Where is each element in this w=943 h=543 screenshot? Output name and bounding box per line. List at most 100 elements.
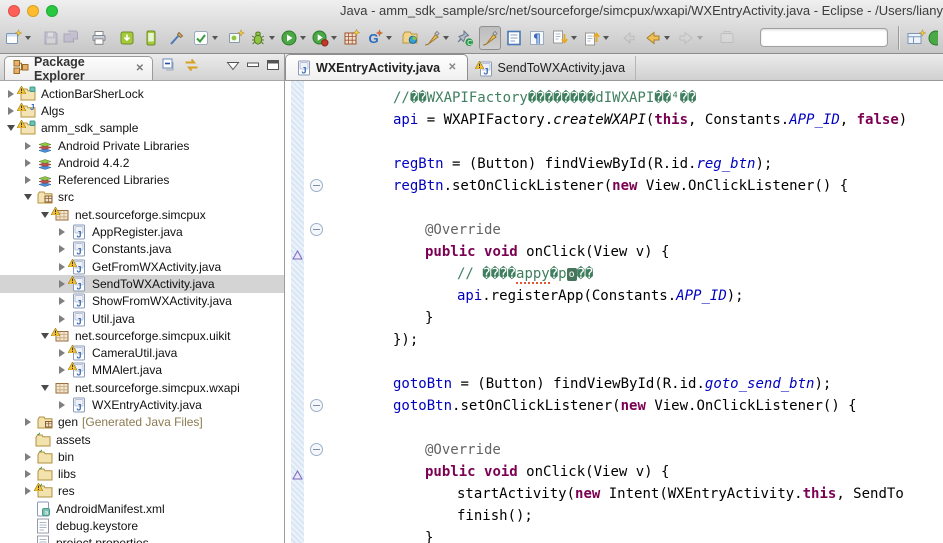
code-line[interactable]: @Override	[329, 439, 943, 461]
code-view[interactable]: //��WXAPIFactory��������dIWXAPI��⁴��api …	[329, 81, 943, 543]
code-line[interactable]	[329, 351, 943, 373]
chevron-right-icon[interactable]	[59, 401, 65, 409]
code-line[interactable]	[329, 131, 943, 153]
tree-item-gen[interactable]: gen [Generated Java Files]	[0, 414, 284, 431]
chevron-down-icon[interactable]	[41, 212, 49, 218]
code-line[interactable]	[329, 417, 943, 439]
tree-item-project-properties[interactable]: project.properties	[0, 535, 284, 543]
tree-item-androidmanifest-xml[interactable]: aAndroidManifest.xml	[0, 500, 284, 517]
coverage-button[interactable]	[310, 26, 339, 50]
back-button[interactable]	[643, 26, 672, 50]
code-line[interactable]: api.registerApp(Constants.APP_ID);	[329, 285, 943, 307]
tree-item-libs[interactable]: libs	[0, 466, 284, 483]
titlebar[interactable]: Java - amm_sdk_sample/src/net/sourceforg…	[0, 0, 943, 22]
show-source-button[interactable]	[504, 26, 524, 50]
minimize-window-button[interactable]	[27, 5, 39, 17]
editor-body[interactable]: //��WXAPIFactory��������dIWXAPI��⁴��api …	[285, 81, 943, 543]
code-line[interactable]: });	[329, 329, 943, 351]
package-explorer-tab[interactable]: Package Explorer ✕	[4, 56, 153, 80]
prev-annotation-button[interactable]	[582, 26, 611, 50]
tree-item-constants-java[interactable]: JConstants.java	[0, 241, 284, 258]
code-line[interactable]: }	[329, 307, 943, 329]
dropdown-arrow-icon[interactable]	[571, 36, 577, 40]
pin-c-button[interactable]: C	[455, 26, 475, 50]
chevron-down-icon[interactable]	[41, 333, 49, 339]
chevron-down-icon[interactable]	[41, 385, 49, 391]
collapse-all-icon[interactable]	[161, 57, 177, 78]
open-perspective-button[interactable]	[905, 26, 927, 50]
close-icon[interactable]: ✕	[136, 63, 144, 74]
import-button[interactable]	[400, 26, 420, 50]
dropdown-arrow-icon[interactable]	[212, 36, 218, 40]
tree-item-net-sourceforge-simcpux[interactable]: net.sourceforge.simcpux	[0, 206, 284, 223]
tree-item-wxentryactivity-java[interactable]: JWXEntryActivity.java	[0, 396, 284, 413]
code-line[interactable]: // ����appy�po��	[329, 263, 943, 285]
chevron-down-icon[interactable]	[24, 194, 32, 200]
editor-tab-sendtowxactivity-java[interactable]: JSendToWXActivity.java	[468, 56, 637, 80]
dropdown-arrow-icon[interactable]	[25, 36, 31, 40]
code-line[interactable]: @Override	[329, 219, 943, 241]
tree-item-src[interactable]: src	[0, 189, 284, 206]
code-line[interactable]: gotoBtn = (Button) findViewById(R.id.got…	[329, 373, 943, 395]
chevron-right-icon[interactable]	[25, 487, 31, 495]
folding-ruler[interactable]	[304, 81, 328, 543]
code-line[interactable]: regBtn.setOnClickListener(new View.OnCli…	[329, 175, 943, 197]
code-line[interactable]: startActivity(new Intent(WXEntryActivity…	[329, 483, 943, 505]
chevron-right-icon[interactable]	[59, 263, 65, 271]
code-line[interactable]: finish();	[329, 505, 943, 527]
save-button[interactable]	[41, 26, 61, 50]
dropdown-arrow-icon[interactable]	[443, 36, 449, 40]
tree-item-algs[interactable]: JAlgs	[0, 102, 284, 119]
chevron-right-icon[interactable]	[59, 280, 65, 288]
code-line[interactable]	[329, 197, 943, 219]
chevron-right-icon[interactable]	[25, 453, 31, 461]
link-with-editor-icon[interactable]	[183, 57, 200, 78]
tree-item-net-sourceforge-simcpux-uikit[interactable]: net.sourceforge.simcpux.uikit	[0, 327, 284, 344]
chevron-right-icon[interactable]	[25, 418, 31, 426]
tree-item-sendtowxactivity-java[interactable]: JSendToWXActivity.java	[0, 275, 284, 292]
fold-collapse-icon[interactable]	[310, 443, 323, 456]
print-button[interactable]	[89, 26, 109, 50]
dropdown-arrow-icon[interactable]	[300, 36, 306, 40]
maximize-icon[interactable]	[266, 58, 280, 76]
mark-occurrences-button[interactable]	[479, 26, 501, 50]
view-menu-icon[interactable]	[226, 58, 240, 76]
close-window-button[interactable]	[8, 5, 20, 17]
fold-collapse-icon[interactable]	[310, 179, 323, 192]
chevron-right-icon[interactable]	[59, 315, 65, 323]
next-annotation-button[interactable]	[550, 26, 579, 50]
lint-button[interactable]	[167, 26, 187, 50]
last-edit-location-button[interactable]	[619, 26, 639, 50]
quick-access-input[interactable]	[760, 28, 888, 47]
debug-button[interactable]	[248, 26, 277, 50]
chevron-right-icon[interactable]	[25, 142, 31, 150]
avd-manager-button[interactable]	[141, 26, 161, 50]
chevron-right-icon[interactable]	[25, 470, 31, 478]
tree-item-showfromwxactivity-java[interactable]: JShowFromWXActivity.java	[0, 293, 284, 310]
code-line[interactable]: public void onClick(View v) {	[329, 241, 943, 263]
android-sdk-manager-button[interactable]	[117, 26, 137, 50]
chevron-right-icon[interactable]	[25, 159, 31, 167]
tree-item-referenced-libraries[interactable]: Referenced Libraries	[0, 171, 284, 188]
run-button[interactable]	[279, 26, 308, 50]
minimize-icon[interactable]	[246, 58, 260, 76]
tree-item-net-sourceforge-simcpux-wxapi[interactable]: net.sourceforge.simcpux.wxapi	[0, 379, 284, 396]
tree-item-assets[interactable]: assets	[0, 431, 284, 448]
tree-item-camerautil-java[interactable]: JCameraUtil.java	[0, 344, 284, 361]
code-line[interactable]: regBtn = (Button) findViewById(R.id.reg_…	[329, 153, 943, 175]
fold-collapse-icon[interactable]	[310, 223, 323, 236]
dropdown-arrow-icon[interactable]	[697, 36, 703, 40]
editor-tab-wxentryactivity-java[interactable]: JWXEntryActivity.java✕	[285, 54, 468, 80]
new-wizard-button[interactable]	[4, 26, 33, 50]
java-perspective-button[interactable]	[927, 26, 939, 50]
tree-item-bin[interactable]: bin	[0, 448, 284, 465]
chevron-right-icon[interactable]	[59, 349, 65, 357]
show-whitespace-button[interactable]: ¶	[527, 26, 547, 50]
code-line[interactable]: gotoBtn.setOnClickListener(new View.OnCl…	[329, 395, 943, 417]
gwt-compile-button[interactable]: G	[365, 26, 394, 50]
tree-item-android-4-4-2[interactable]: Android 4.4.2	[0, 154, 284, 171]
external-tools-button[interactable]	[191, 26, 220, 50]
format-button[interactable]	[422, 26, 451, 50]
new-android-app-button[interactable]	[226, 26, 246, 50]
dropdown-arrow-icon[interactable]	[269, 36, 275, 40]
